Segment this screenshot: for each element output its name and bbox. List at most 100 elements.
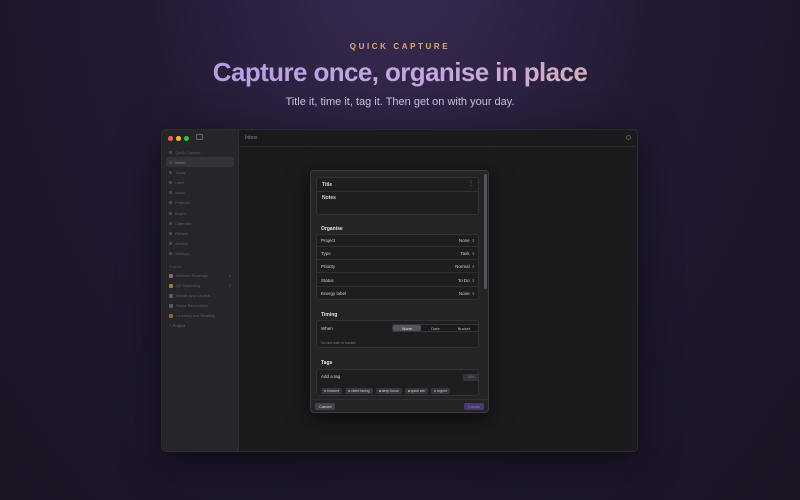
tag-chip[interactable]: client facing — [345, 388, 373, 394]
sidebar-item-icon — [169, 221, 172, 225]
sidebar-item[interactable]: Calendar — [166, 218, 234, 228]
project-label: Learning and Reading — [176, 313, 216, 319]
row-label: Type — [321, 251, 331, 257]
sidebar-item[interactable]: Board — [166, 208, 234, 218]
sidebar-project-item[interactable]: Website Redesign 4 — [166, 271, 234, 281]
sidebar-item[interactable]: Inbox — [166, 157, 234, 168]
when-option[interactable]: None — [393, 325, 422, 331]
sidebar-item-icon — [169, 150, 172, 154]
sidebar-item-label: Inbox — [175, 190, 185, 196]
cancel-button[interactable]: Cancel — [315, 403, 336, 410]
organise-row[interactable]: Type Task ⇕ — [316, 247, 479, 261]
organise-row[interactable]: Energy label None ⇕ — [316, 287, 479, 300]
chevron-updown-icon: ⇕ — [471, 238, 475, 243]
create-button[interactable]: Create — [463, 403, 484, 410]
organise-row[interactable]: Status To Do ⇕ — [316, 274, 479, 287]
sidebar-item-label: Calendar — [175, 220, 192, 226]
row-label: Energy label — [321, 290, 347, 296]
add-tag-input[interactable]: Add a tag — [321, 374, 340, 379]
sidebar-item[interactable]: Archive — [166, 239, 234, 249]
new-project-button[interactable]: + Project — [166, 323, 234, 328]
notes-input[interactable]: Notes — [322, 195, 336, 201]
search-icon[interactable] — [626, 135, 631, 140]
page-title: Inbox — [245, 135, 258, 141]
sidebar-item-label: Review — [175, 231, 189, 236]
window-controls — [168, 136, 189, 141]
sidebar-item-icon — [169, 181, 172, 185]
chevron-updown-icon: ⇕ — [471, 251, 475, 257]
chevron-updown-icon: ⇕ — [471, 264, 475, 270]
row-value: None — [458, 238, 470, 243]
project-label: Q3 Marketing — [176, 283, 201, 289]
main-header: Inbox — [239, 130, 637, 147]
project-color-icon — [169, 293, 173, 298]
minimize-window-button[interactable] — [176, 136, 181, 141]
sidebar-item-icon — [169, 252, 172, 256]
sidebar-item[interactable]: Review — [166, 229, 234, 239]
more-options-icon[interactable]: ⋮ — [468, 181, 474, 187]
project-color-icon — [169, 283, 173, 288]
tag-color-icon — [434, 390, 437, 392]
row-label: Priority — [321, 264, 336, 270]
organise-row[interactable]: Project None ⇕ — [316, 234, 479, 247]
title-notes-box: Title ⋮ Notes — [316, 177, 479, 215]
row-select[interactable]: Task ⇕ — [460, 251, 475, 256]
tag-color-icon — [378, 390, 381, 392]
project-color-icon — [169, 273, 173, 278]
tag-color-icon — [324, 390, 326, 392]
sidebar-item-icon — [169, 242, 172, 246]
timing-hint: No due date or bucket — [321, 341, 356, 345]
project-label: Website Redesign — [176, 273, 209, 279]
sidebar-item[interactable]: Later — [166, 178, 234, 188]
timing-heading: Timing — [321, 312, 338, 318]
add-tag-button[interactable]: Add — [463, 374, 479, 381]
sidebar-project-item[interactable]: Mobile App Launch — [166, 291, 234, 301]
sidebar-project-item[interactable]: Home Renovation — [166, 301, 234, 311]
sidebar-item-label: Settings — [175, 251, 190, 257]
organise-row[interactable]: Priority Normal ⇕ — [316, 260, 479, 274]
row-label: Status — [321, 277, 334, 283]
zoom-window-button[interactable] — [184, 136, 189, 141]
project-count: 2 — [228, 283, 231, 289]
tag-color-icon — [407, 390, 410, 392]
sidebar-item-icon — [169, 201, 172, 205]
when-segmented-control: None Date Bucket — [392, 324, 479, 332]
sidebar-item[interactable]: Quick Capture — [166, 147, 234, 157]
sidebar-project-item[interactable]: Q3 Marketing 2 — [166, 281, 234, 291]
when-option[interactable]: Date — [421, 325, 449, 331]
sidebar-item[interactable]: Projects — [166, 198, 234, 208]
organise-heading: Organise — [321, 226, 343, 232]
sidebar-toggle-icon[interactable] — [196, 134, 203, 140]
subline: Title it, time it, tag it. Then get on w… — [285, 96, 515, 108]
sidebar-item[interactable]: Settings — [166, 249, 234, 259]
close-window-button[interactable] — [168, 136, 173, 141]
tag-chip[interactable]: blocked — [321, 388, 343, 394]
project-label: Mobile App Launch — [176, 293, 211, 299]
tag-label: deep focus — [381, 389, 399, 393]
row-select[interactable]: None ⇕ — [459, 291, 475, 296]
row-select[interactable]: Normal ⇕ — [455, 264, 475, 269]
sidebar-item-icon — [169, 232, 172, 235]
sidebar-item-label: Projects — [175, 200, 190, 206]
when-option[interactable]: Bucket — [450, 325, 478, 331]
row-select[interactable]: To Do ⇕ — [458, 278, 475, 283]
project-label: Home Renovation — [176, 303, 209, 309]
tag-chip[interactable]: deep focus — [375, 388, 402, 394]
title-input[interactable]: Title — [322, 182, 332, 188]
chevron-updown-icon: ⇕ — [471, 290, 475, 296]
tag-chip[interactable]: quick win — [404, 388, 429, 394]
tag-color-icon — [348, 390, 351, 392]
tags-heading: Tags — [321, 360, 333, 366]
sidebar-project-item[interactable]: Learning and Reading — [166, 311, 234, 321]
sidebar-item-label: Later — [175, 180, 185, 186]
modal-scrollbar[interactable] — [484, 174, 487, 289]
sidebar-item[interactable]: Today — [166, 167, 234, 177]
row-select[interactable]: None ⇕ — [459, 238, 475, 243]
modal-footer: Cancel Create — [311, 399, 488, 412]
tag-label: urgent — [437, 389, 448, 393]
tag-label: client facing — [351, 389, 370, 393]
chevron-updown-icon: ⇕ — [471, 277, 475, 283]
row-value: None — [458, 290, 470, 296]
tag-chip[interactable]: urgent — [431, 388, 451, 394]
sidebar-item[interactable]: Inbox — [166, 188, 234, 198]
